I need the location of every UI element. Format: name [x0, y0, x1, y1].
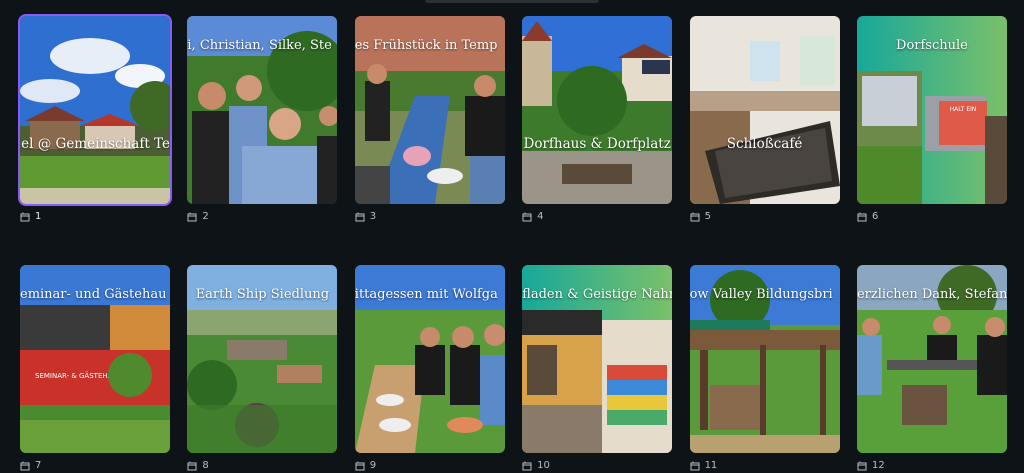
- page-card-5[interactable]: Schloßcafé 5: [689, 16, 840, 224]
- page-meta: 12: [857, 459, 1007, 473]
- page-number: 9: [369, 460, 377, 471]
- page-caption: es Frühstück in Temp: [354, 38, 498, 53]
- page-caption: fladen & Geistige Nahr: [522, 287, 673, 302]
- page-card-8[interactable]: Earth Ship Siedlung 8: [187, 265, 338, 473]
- page-meta: 2: [187, 210, 337, 224]
- page-icon: [355, 461, 365, 471]
- top-scroll-indicator: [425, 0, 599, 3]
- page-meta: 11: [690, 459, 840, 473]
- page-number: 4: [537, 211, 544, 222]
- page-thumbnail[interactable]: es Frühstück in Temp: [354, 16, 505, 204]
- page-thumbnail[interactable]: Earth Ship Siedlung: [187, 265, 338, 453]
- page-icon: [522, 461, 532, 471]
- page-number: 12: [871, 460, 885, 471]
- thumbnail-image: [20, 16, 170, 204]
- page-icon: [857, 461, 867, 471]
- page-card-1[interactable]: el @ Gemeinschaft Te 1: [18, 14, 172, 224]
- page-number: 5: [704, 211, 711, 222]
- page-card-9[interactable]: ittagessen mit Wolfga 9: [354, 265, 505, 473]
- page-caption: ittagessen mit Wolfga: [354, 287, 498, 302]
- page-number: 2: [202, 211, 209, 222]
- page-card-6[interactable]: HALT EIN Dorfschule 6: [856, 16, 1007, 224]
- page-caption: Dorfschule: [896, 38, 968, 53]
- page-meta: 4: [522, 210, 672, 224]
- page-number: 6: [871, 211, 879, 222]
- page-card-7[interactable]: SEMINAR- & GÄSTEHAUS eminar- und Gästeha…: [20, 265, 170, 473]
- page-meta: 8: [187, 459, 337, 473]
- page-card-11[interactable]: ow Valley Bildungsbri 11: [689, 265, 840, 473]
- page-thumbnail[interactable]: SEMINAR- & GÄSTEHAUS eminar- und Gästeha…: [20, 265, 170, 453]
- page-thumbnail[interactable]: Schloßcafé: [689, 16, 840, 204]
- page-meta: 6: [857, 210, 1007, 224]
- page-caption: Dorfhaus & Dorfplatz: [523, 136, 671, 152]
- page-number: 7: [35, 460, 42, 471]
- page-meta: 1: [20, 210, 170, 224]
- page-meta: 3: [355, 210, 505, 224]
- page-thumbnail[interactable]: i, Christian, Silke, Ste: [187, 16, 338, 204]
- page-caption: el @ Gemeinschaft Te: [21, 136, 170, 152]
- page-icon: [20, 212, 30, 222]
- page-icon: [522, 212, 532, 222]
- page-card-10[interactable]: fladen & Geistige Nahr 10: [522, 265, 673, 473]
- page-number: 8: [202, 460, 209, 471]
- page-caption: ow Valley Bildungsbri: [689, 287, 833, 302]
- thumbnail-image: [689, 16, 840, 204]
- page-meta: 7: [20, 459, 170, 473]
- page-thumbnail[interactable]: ittagessen mit Wolfga: [354, 265, 505, 453]
- page-icon: [355, 212, 365, 222]
- page-icon: [187, 212, 197, 222]
- page-thumbnail[interactable]: ow Valley Bildungsbri: [689, 265, 840, 453]
- page-meta: 9: [355, 459, 505, 473]
- page-thumbnail[interactable]: Dorfhaus & Dorfplatz: [522, 16, 673, 204]
- page-number: 3: [369, 211, 377, 222]
- page-card-4[interactable]: Dorfhaus & Dorfplatz 4: [522, 16, 673, 224]
- page-caption: eminar- und Gästehau: [20, 287, 167, 302]
- page-card-2[interactable]: i, Christian, Silke, Ste 2: [187, 16, 338, 224]
- page-caption: erzlichen Dank, Stefan: [856, 287, 1007, 302]
- page-thumbnail[interactable]: HALT EIN Dorfschule: [856, 16, 1007, 204]
- page-thumbnail[interactable]: el @ Gemeinschaft Te: [18, 14, 172, 206]
- page-caption: Schloßcafé: [726, 136, 803, 152]
- page-card-12[interactable]: erzlichen Dank, Stefan 12: [856, 265, 1007, 473]
- page-meta: 10: [522, 459, 672, 473]
- thumbnail-image: [522, 16, 673, 204]
- page-icon: [187, 461, 197, 471]
- page-icon: [857, 212, 867, 222]
- page-icon: [690, 461, 700, 471]
- page-thumbnail[interactable]: fladen & Geistige Nahr: [522, 265, 673, 453]
- page-card-3[interactable]: es Frühstück in Temp 3: [354, 16, 505, 224]
- page-number: 1: [35, 211, 42, 222]
- page-thumbnail[interactable]: erzlichen Dank, Stefan: [856, 265, 1007, 453]
- page-icon: [690, 212, 700, 222]
- page-number: 11: [704, 460, 718, 471]
- svg-text:HALT EIN: HALT EIN: [950, 106, 977, 113]
- page-caption: i, Christian, Silke, Ste: [187, 38, 332, 53]
- page-number: 10: [537, 460, 550, 471]
- page-caption: Earth Ship Siedlung: [195, 287, 330, 302]
- page-meta: 5: [690, 210, 840, 224]
- page-thumbnail-grid: el @ Gemeinschaft Te 1 i, Christian, Sil…: [18, 14, 1007, 473]
- page-icon: [20, 461, 30, 471]
